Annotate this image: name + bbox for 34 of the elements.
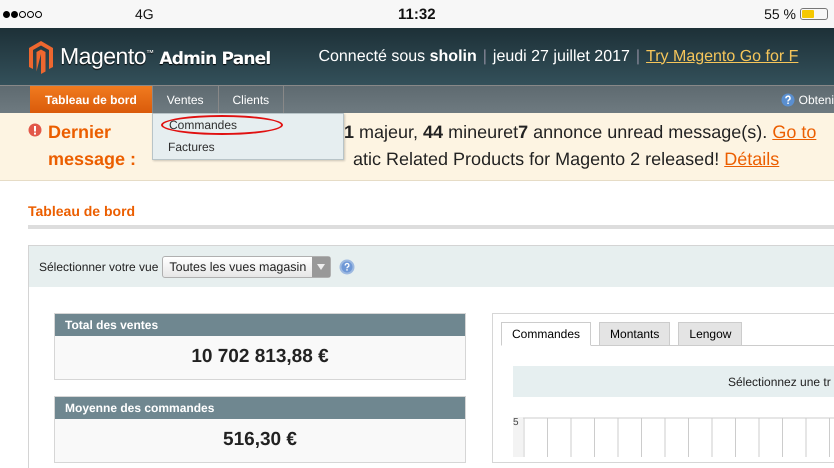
- chart-notice: Sélectionnez une tr: [513, 366, 834, 397]
- signal-strength-icon: [3, 10, 42, 18]
- promo-link[interactable]: Try Magento Go for F: [646, 48, 798, 66]
- chart-tab[interactable]: Commandes: [501, 322, 592, 346]
- stat-value: 10 702 813,88 €: [190, 345, 330, 369]
- axis-tick-label: 5: [513, 417, 520, 430]
- page-title: Tableau de bord: [28, 203, 136, 219]
- battery-icon: [800, 8, 828, 20]
- help-icon: [780, 92, 795, 106]
- clock-time: 11:32: [398, 6, 436, 22]
- store-select[interactable]: Toutes les vues magasin: [162, 256, 332, 278]
- store-switcher-label: Sélectionner votre vue: [39, 260, 158, 274]
- menu-item[interactable]: Commandes: [161, 115, 283, 135]
- chart-tab[interactable]: Montants: [599, 322, 670, 346]
- help-link[interactable]: Obteni: [798, 92, 834, 106]
- separator: |: [482, 48, 487, 66]
- notice-title: Dernier message :: [48, 121, 138, 171]
- separator: |: [636, 48, 640, 66]
- menu-item[interactable]: Factures: [153, 135, 343, 159]
- caret-icon: [317, 264, 326, 270]
- stat-title: Moyenne des commandes: [55, 397, 465, 419]
- logo-icon: [28, 40, 54, 74]
- notice-text: atic Related Products for Magento 2 released!: [353, 149, 720, 169]
- logo-text: Magento$^{™}$ Admin Panel: [60, 43, 270, 70]
- stat-title: Total des ventes: [55, 314, 465, 336]
- help-icon: [339, 258, 356, 274]
- logged-in-user: Connecté sous sholin: [318, 48, 477, 66]
- notice-text: 1 majeur, 44 mineuret7 annonce unread message(s).: [344, 122, 768, 142]
- battery-percent: 55 %: [764, 6, 796, 22]
- carrier-label: 4G: [135, 6, 154, 22]
- alert-icon: [28, 123, 42, 137]
- stat-value: 516,30 €: [222, 428, 298, 452]
- current-date: jeudi 27 juillet 2017: [492, 48, 630, 66]
- chart-tab[interactable]: Lengow: [678, 322, 742, 346]
